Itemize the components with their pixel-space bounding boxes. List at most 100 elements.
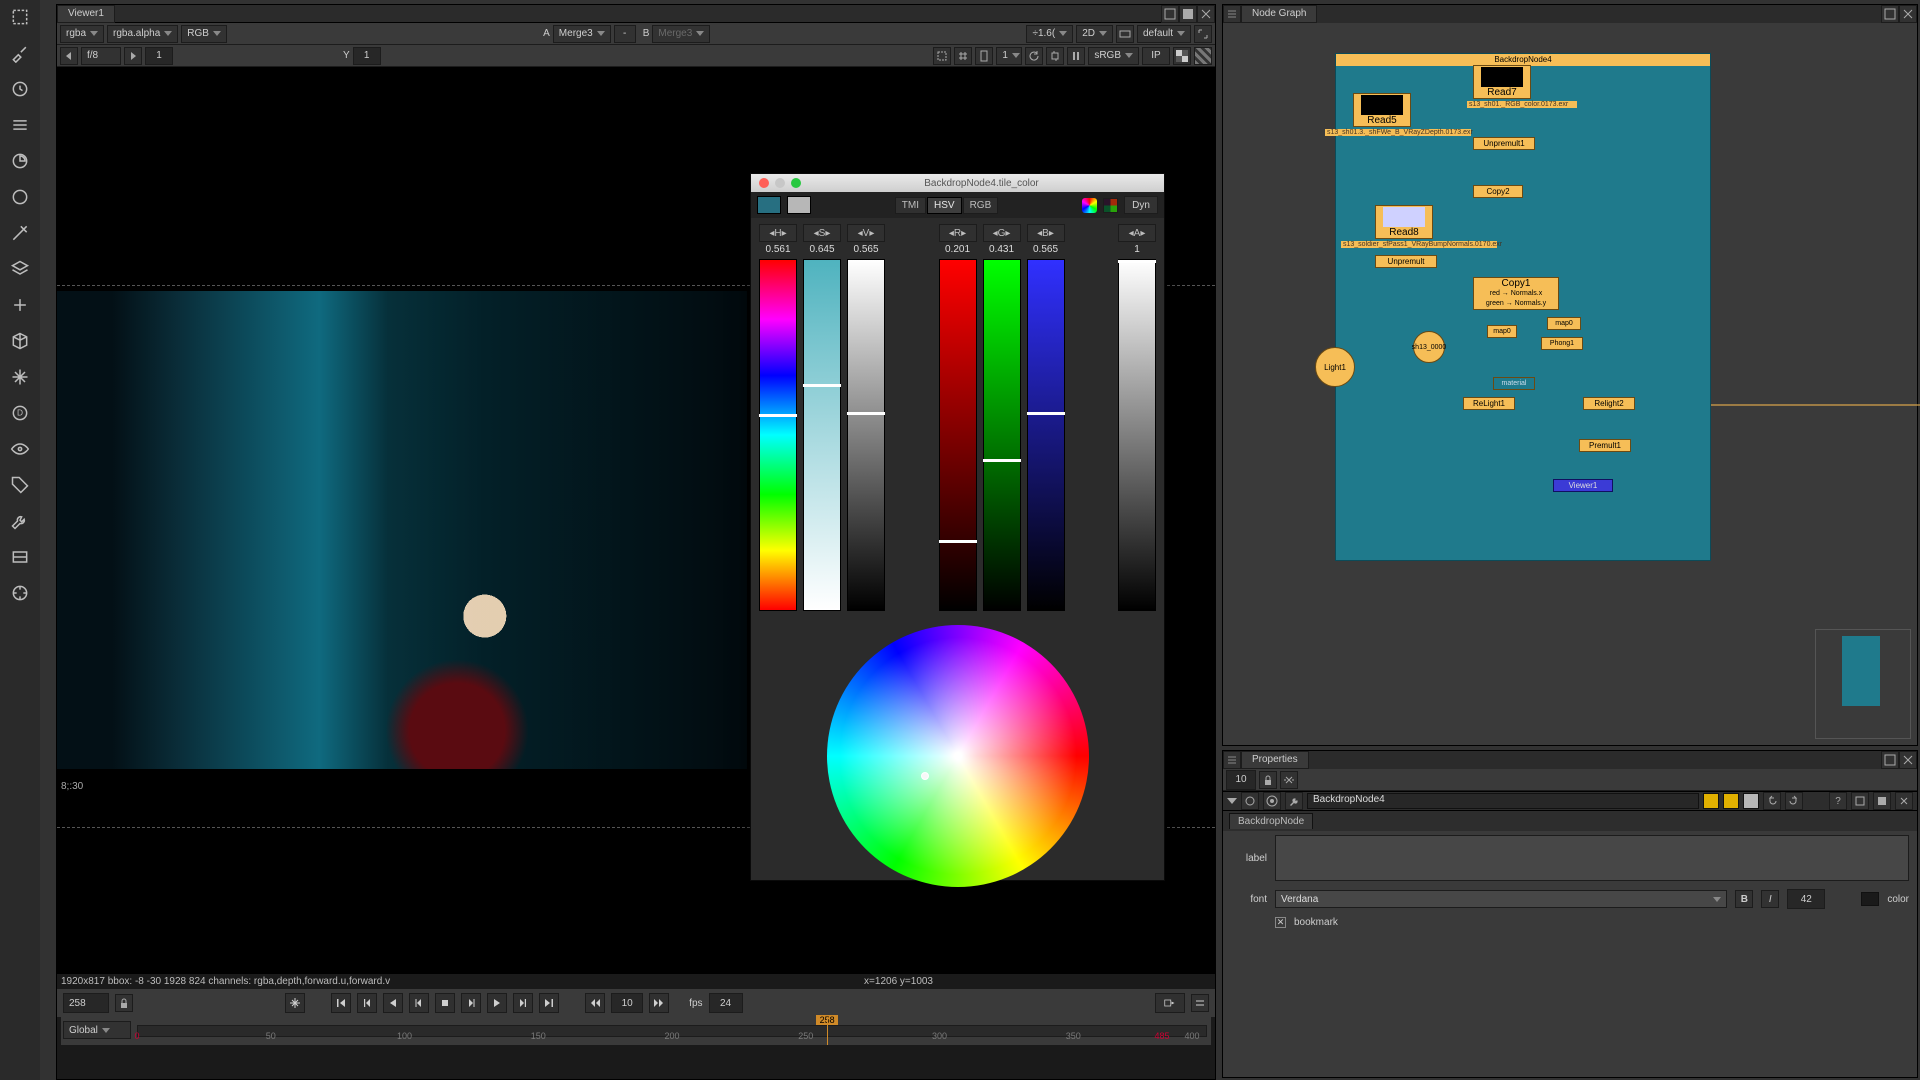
fstop[interactable]: f/8 bbox=[81, 47, 121, 65]
cube-icon[interactable] bbox=[7, 328, 33, 354]
hatching-icon[interactable] bbox=[1194, 47, 1212, 65]
gamma-value[interactable]: 1 bbox=[353, 47, 381, 65]
node-relight2[interactable]: Relight2 bbox=[1583, 397, 1635, 410]
next-key-button[interactable] bbox=[513, 993, 533, 1013]
checker-icon[interactable] bbox=[1173, 47, 1191, 65]
wrench-small-icon[interactable] bbox=[1285, 792, 1303, 810]
node-phong1[interactable]: Phong1 bbox=[1541, 337, 1583, 350]
color-chip-2[interactable] bbox=[1723, 793, 1739, 809]
node-viewer[interactable]: Viewer1 bbox=[1553, 479, 1613, 492]
italic-icon[interactable]: I bbox=[1761, 890, 1779, 908]
step-fwd-button[interactable] bbox=[461, 993, 481, 1013]
step-back-button[interactable] bbox=[409, 993, 429, 1013]
layers-icon[interactable] bbox=[7, 256, 33, 282]
sphere-icon[interactable] bbox=[7, 148, 33, 174]
clear-all-icon[interactable] bbox=[1280, 771, 1298, 789]
s-value[interactable]: 0.645 bbox=[803, 244, 841, 255]
eye-icon[interactable] bbox=[7, 436, 33, 462]
h-header[interactable]: ◂H▸ bbox=[759, 224, 797, 242]
node-map0l[interactable]: map0 bbox=[1487, 325, 1517, 338]
mode-rgb[interactable]: RGB bbox=[963, 197, 999, 214]
b-value[interactable]: 0.565 bbox=[1027, 244, 1065, 255]
proxy-dropdown[interactable]: 1 bbox=[996, 47, 1022, 65]
output-cs-dropdown[interactable]: sRGB bbox=[1088, 47, 1139, 65]
font-dropdown[interactable]: Verdana bbox=[1275, 890, 1727, 908]
cycle-icon[interactable] bbox=[1046, 47, 1064, 65]
wipe-dropdown[interactable]: - bbox=[614, 25, 636, 43]
mode-hsv[interactable]: HSV bbox=[927, 197, 962, 214]
bold-icon[interactable]: B bbox=[1735, 890, 1753, 908]
panel-close-icon[interactable] bbox=[1197, 5, 1215, 23]
h-slider[interactable] bbox=[759, 259, 797, 611]
grid-icon[interactable] bbox=[954, 47, 972, 65]
circle-icon[interactable] bbox=[7, 184, 33, 210]
panel-max-icon[interactable] bbox=[1179, 5, 1197, 23]
r-value[interactable]: 0.201 bbox=[939, 244, 977, 255]
lock-all-icon[interactable] bbox=[1259, 771, 1277, 789]
gain-value[interactable]: 1 bbox=[145, 47, 173, 65]
redo-icon[interactable] bbox=[1785, 792, 1803, 810]
skip-fwd-button[interactable] bbox=[649, 993, 669, 1013]
d-icon[interactable]: D bbox=[7, 400, 33, 426]
select-icon[interactable] bbox=[7, 4, 33, 30]
tab-backdropnode[interactable]: BackdropNode bbox=[1229, 813, 1313, 829]
prop-max2-icon[interactable] bbox=[1873, 792, 1891, 810]
r-header[interactable]: ◂R▸ bbox=[939, 224, 977, 242]
prev-clip-icon[interactable] bbox=[60, 47, 78, 65]
color-picker-titlebar[interactable]: BackdropNode4.tile_color bbox=[751, 174, 1164, 192]
fps-value[interactable]: 24 bbox=[709, 993, 743, 1013]
prop-float2-icon[interactable] bbox=[1851, 792, 1869, 810]
a-input-dropdown[interactable]: Merge3 bbox=[553, 25, 611, 43]
node-premult1[interactable]: Premult1 bbox=[1579, 439, 1631, 452]
node-relight1[interactable]: ReLight1 bbox=[1463, 397, 1515, 410]
g-value[interactable]: 0.431 bbox=[983, 244, 1021, 255]
max-panels[interactable]: 10 bbox=[1226, 770, 1256, 790]
s-header[interactable]: ◂S▸ bbox=[803, 224, 841, 242]
dyn-toggle[interactable]: Dyn bbox=[1124, 196, 1158, 214]
lock-icon[interactable] bbox=[115, 994, 133, 1012]
traffic-max-icon[interactable] bbox=[791, 178, 801, 188]
node-read8[interactable]: Read8 bbox=[1375, 205, 1433, 239]
a-value[interactable]: 1 bbox=[1118, 244, 1156, 255]
b-input-dropdown[interactable]: Merge3 bbox=[652, 25, 710, 43]
snowflake-icon[interactable] bbox=[285, 993, 305, 1013]
knife-icon[interactable] bbox=[7, 220, 33, 246]
color-picker-window[interactable]: BackdropNode4.tile_color TMI HSV RGB Dyn… bbox=[750, 173, 1165, 881]
gpu-dropdown[interactable]: default bbox=[1137, 25, 1191, 43]
color-chip-1[interactable] bbox=[1703, 793, 1719, 809]
r-slider[interactable] bbox=[939, 259, 977, 611]
list-icon[interactable] bbox=[7, 112, 33, 138]
refresh-icon[interactable] bbox=[1025, 47, 1043, 65]
wheel-icon[interactable] bbox=[1082, 198, 1097, 213]
v-slider[interactable] bbox=[847, 259, 885, 611]
font-size-input[interactable]: 42 bbox=[1787, 889, 1825, 909]
disclosure-down-icon[interactable] bbox=[1227, 798, 1237, 804]
bookmark-checkbox[interactable]: ✕ bbox=[1275, 917, 1286, 928]
node-material[interactable]: material bbox=[1493, 377, 1535, 390]
traffic-close-icon[interactable] bbox=[759, 178, 769, 188]
play-button[interactable] bbox=[487, 993, 507, 1013]
first-frame-button[interactable] bbox=[331, 993, 351, 1013]
color-wheel[interactable]: + bbox=[827, 625, 1089, 887]
swatch-current[interactable] bbox=[757, 196, 781, 214]
node-name-input[interactable]: BackdropNode4 bbox=[1307, 793, 1699, 809]
next-clip-icon[interactable] bbox=[124, 47, 142, 65]
panel-float-icon[interactable] bbox=[1161, 5, 1179, 23]
centre-icon[interactable] bbox=[1263, 792, 1281, 810]
layer-dropdown[interactable]: rgba bbox=[60, 25, 104, 43]
ng-close-icon[interactable] bbox=[1899, 5, 1917, 23]
a-header[interactable]: ◂A▸ bbox=[1118, 224, 1156, 242]
handle-icon[interactable] bbox=[1223, 5, 1241, 23]
node-read7[interactable]: Read7 bbox=[1473, 65, 1531, 99]
node-light1[interactable]: Light1 bbox=[1315, 347, 1355, 387]
play-mode-icon[interactable] bbox=[1155, 993, 1185, 1013]
node-graph-tab[interactable]: Node Graph bbox=[1241, 5, 1317, 23]
timeline[interactable]: Global 258 0 50 100 150 200 250 300 350 … bbox=[61, 1017, 1211, 1045]
colorspace-dropdown[interactable]: RGB bbox=[181, 25, 227, 43]
spark-icon[interactable] bbox=[7, 364, 33, 390]
help-icon[interactable]: ? bbox=[1829, 792, 1847, 810]
ng-float-icon[interactable] bbox=[1881, 5, 1899, 23]
scale-dropdown[interactable]: ÷1.6( bbox=[1026, 25, 1073, 43]
target-icon[interactable] bbox=[7, 580, 33, 606]
ip-toggle[interactable]: IP bbox=[1142, 47, 1170, 65]
